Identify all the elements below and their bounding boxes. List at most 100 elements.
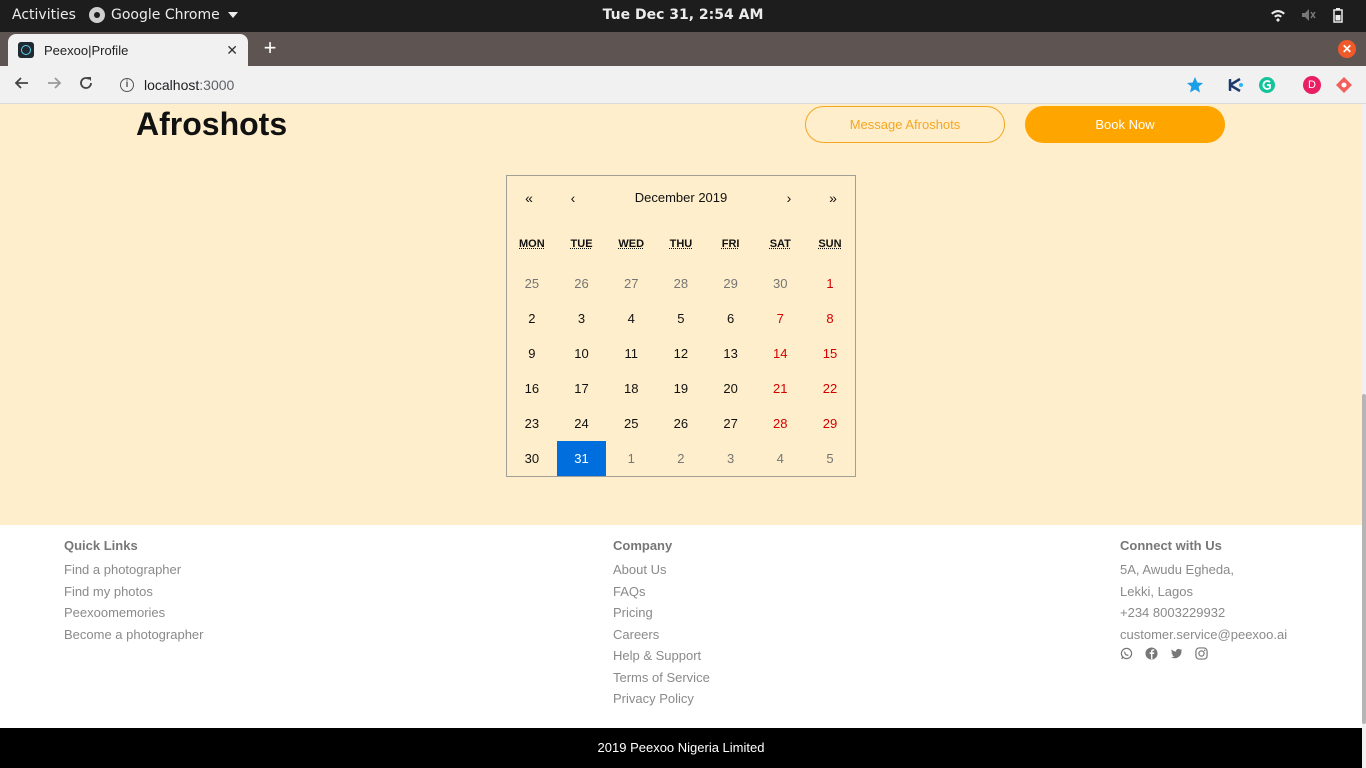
close-tab-icon[interactable]: ✕: [226, 42, 238, 59]
site-footer: Quick Links Find a photographer Find my …: [0, 525, 1362, 728]
footer-link[interactable]: FAQs: [613, 581, 710, 603]
forward-button[interactable]: [43, 74, 65, 96]
volume-muted-icon: [1302, 9, 1316, 21]
calendar-day[interactable]: 27: [606, 266, 656, 301]
calendar-day[interactable]: 3: [557, 301, 607, 336]
calendar-day[interactable]: 1: [805, 266, 855, 301]
calendar-day[interactable]: 14: [755, 336, 805, 371]
calendar-day[interactable]: 2: [656, 441, 706, 476]
calendar-day[interactable]: 11: [606, 336, 656, 371]
browser-tab[interactable]: Peexoo|Profile ✕: [8, 34, 248, 66]
footer-link[interactable]: Pricing: [613, 602, 710, 624]
grammarly-icon[interactable]: [1258, 76, 1276, 94]
calendar-day[interactable]: 29: [706, 266, 756, 301]
calendar-day[interactable]: 26: [656, 406, 706, 441]
tab-title: Peexoo|Profile: [44, 42, 129, 58]
calendar-day[interactable]: 5: [656, 301, 706, 336]
page-scrollbar[interactable]: [1362, 104, 1366, 768]
phone-number: +234 8003229932: [1120, 605, 1226, 620]
calendar-day[interactable]: 28: [755, 406, 805, 441]
calendar-day[interactable]: 27: [706, 406, 756, 441]
calendar-day[interactable]: 15: [805, 336, 855, 371]
bookmark-star-icon[interactable]: [1186, 76, 1204, 94]
weekday-header: WED: [618, 238, 645, 250]
reload-icon: [80, 77, 92, 89]
calendar-day[interactable]: 30: [507, 441, 557, 476]
calendar-day[interactable]: 5: [805, 441, 855, 476]
prev-year-button[interactable]: «: [507, 176, 551, 220]
whatsapp-icon[interactable]: [1120, 647, 1133, 660]
address-bar[interactable]: i localhost:3000: [110, 70, 1210, 100]
back-arrow-icon: [14, 77, 28, 89]
message-button[interactable]: Message Afroshots: [805, 106, 1005, 143]
footer-link[interactable]: About Us: [613, 559, 710, 581]
scrollbar-thumb[interactable]: [1362, 394, 1366, 724]
footer-link[interactable]: Careers: [613, 624, 710, 646]
footer-link[interactable]: Terms of Service: [613, 667, 710, 689]
calendar-day[interactable]: 4: [606, 301, 656, 336]
calendar-day[interactable]: 26: [557, 266, 607, 301]
facebook-icon[interactable]: [1145, 647, 1158, 660]
site-info-icon[interactable]: i: [120, 78, 134, 92]
footer-heading: Quick Links: [64, 538, 138, 553]
calendar-day[interactable]: 18: [606, 371, 656, 406]
footer-link[interactable]: Find a photographer: [64, 559, 203, 581]
calendar-day[interactable]: 7: [755, 301, 805, 336]
tab-strip: Peexoo|Profile ✕ + ✕: [0, 32, 1366, 66]
calendar-day[interactable]: 2: [507, 301, 557, 336]
footer-link[interactable]: Become a photographer: [64, 624, 203, 646]
battery-icon: [1333, 8, 1343, 23]
footer-link[interactable]: Peexoomemories: [64, 602, 203, 624]
booking-calendar: « ‹ December 2019 › » MON TUE WED THU FR…: [506, 175, 856, 477]
system-clock[interactable]: Tue Dec 31, 2:54 AM: [0, 7, 1366, 23]
back-button[interactable]: [11, 74, 33, 96]
calendar-day[interactable]: 19: [656, 371, 706, 406]
new-tab-button[interactable]: +: [258, 37, 282, 61]
calendar-day[interactable]: 29: [805, 406, 855, 441]
footer-link[interactable]: Find my photos: [64, 581, 203, 603]
calendar-day[interactable]: 25: [507, 266, 557, 301]
footer-link[interactable]: Privacy Policy: [613, 688, 710, 710]
calendar-month-label[interactable]: December 2019: [595, 176, 767, 220]
next-year-button[interactable]: »: [811, 176, 855, 220]
footer-link[interactable]: Help & Support: [613, 645, 710, 667]
calendar-day[interactable]: 23: [507, 406, 557, 441]
calendar-day[interactable]: 13: [706, 336, 756, 371]
calendar-day[interactable]: 22: [805, 371, 855, 406]
next-month-button[interactable]: ›: [767, 176, 811, 220]
extension-red-icon[interactable]: [1335, 76, 1353, 94]
calendar-day[interactable]: 28: [656, 266, 706, 301]
instagram-icon[interactable]: [1195, 647, 1208, 660]
calendar-day[interactable]: 6: [706, 301, 756, 336]
calendar-day[interactable]: 17: [557, 371, 607, 406]
book-now-button[interactable]: Book Now: [1025, 106, 1225, 143]
reload-button[interactable]: [75, 74, 97, 96]
calendar-day[interactable]: 20: [706, 371, 756, 406]
calendar-day[interactable]: 21: [755, 371, 805, 406]
weekday-header: THU: [669, 238, 693, 250]
calendar-day[interactable]: 24: [557, 406, 607, 441]
react-favicon-icon: [18, 42, 34, 58]
calendar-day[interactable]: 9: [507, 336, 557, 371]
calendar-day[interactable]: 12: [656, 336, 706, 371]
calendar-day[interactable]: 25: [606, 406, 656, 441]
address-line: Lekki, Lagos: [1120, 583, 1193, 599]
window-close-button[interactable]: ✕: [1338, 40, 1356, 58]
calendar-day[interactable]: 16: [507, 371, 557, 406]
extension-k-icon[interactable]: [1227, 76, 1245, 94]
calendar-day-selected[interactable]: 31: [556, 441, 607, 476]
twitter-icon[interactable]: [1170, 647, 1183, 660]
profile-avatar[interactable]: D: [1303, 76, 1321, 94]
calendar-day[interactable]: 1: [606, 441, 656, 476]
calendar-day[interactable]: 3: [706, 441, 756, 476]
page-viewport: Afroshots Message Afroshots Book Now « ‹…: [0, 104, 1366, 768]
calendar-day[interactable]: 8: [805, 301, 855, 336]
prev-month-button[interactable]: ‹: [551, 176, 595, 220]
weekday-header: SAT: [769, 238, 791, 250]
calendar-day[interactable]: 30: [755, 266, 805, 301]
calendar-day[interactable]: 10: [557, 336, 607, 371]
calendar-day[interactable]: 4: [755, 441, 805, 476]
email-link[interactable]: customer.service@peexoo.ai: [1120, 624, 1287, 646]
system-tray[interactable]: [1270, 7, 1346, 23]
wifi-icon: [1271, 10, 1285, 22]
